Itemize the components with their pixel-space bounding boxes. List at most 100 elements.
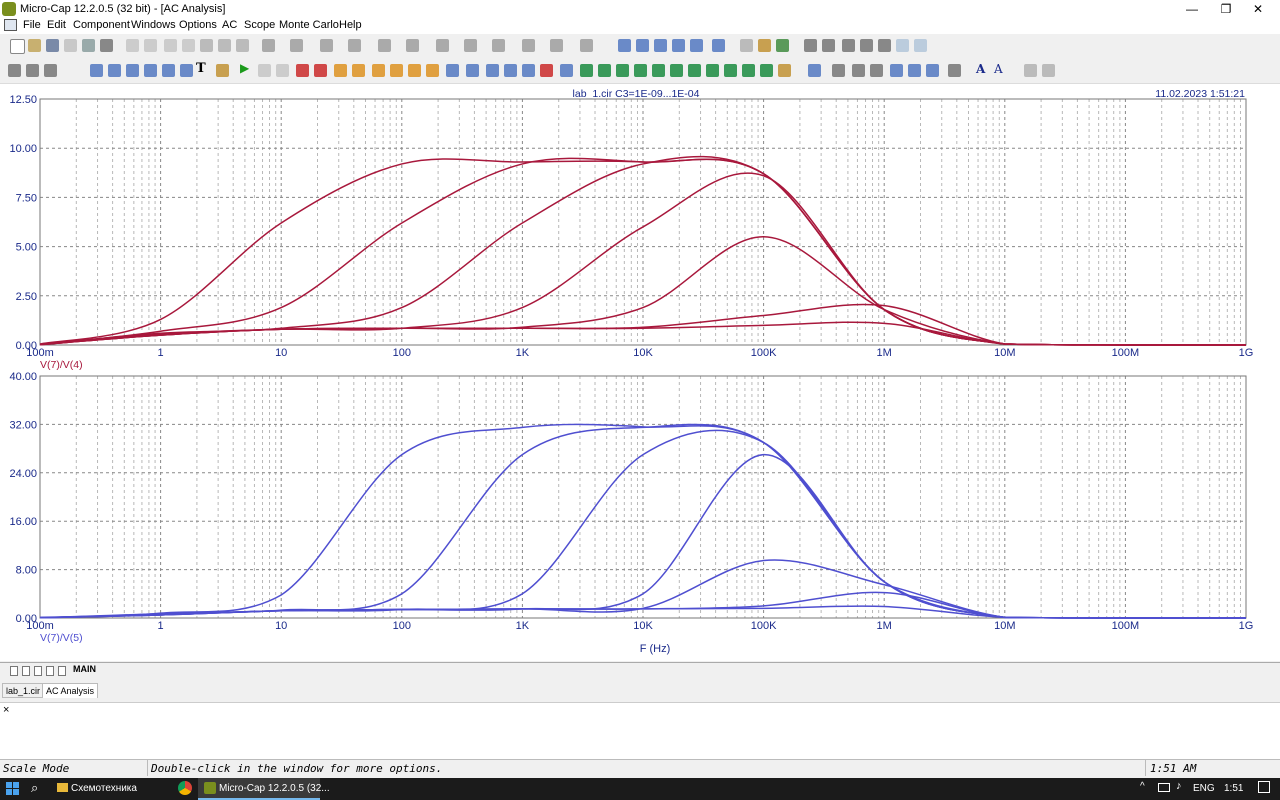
print-icon[interactable]: [100, 39, 113, 52]
page-icon[interactable]: [740, 39, 753, 52]
import-icon[interactable]: [1042, 64, 1055, 77]
slope-icon[interactable]: [446, 64, 459, 77]
paste-icon[interactable]: [200, 39, 213, 52]
menu-component[interactable]: Component: [73, 19, 130, 31]
run-icon[interactable]: ▶: [240, 61, 249, 75]
high-icon[interactable]: [372, 64, 385, 77]
save-icon[interactable]: [46, 39, 59, 52]
minor-grid-icon[interactable]: [598, 64, 611, 77]
select-all-icon[interactable]: [236, 39, 249, 52]
last-page-button[interactable]: [58, 666, 66, 676]
title-icon[interactable]: [742, 64, 755, 77]
tag-icon[interactable]: [466, 64, 479, 77]
tools-icon[interactable]: [878, 39, 891, 52]
refresh-icon[interactable]: [926, 64, 939, 77]
notifications-icon[interactable]: [1258, 781, 1270, 793]
properties-icon[interactable]: [216, 64, 229, 77]
prev-page-fast-button[interactable]: [22, 666, 30, 676]
first-page-button[interactable]: [10, 666, 18, 676]
redo-icon[interactable]: [144, 39, 157, 52]
global-high-icon[interactable]: [426, 64, 439, 77]
arrange-icon[interactable]: [672, 39, 685, 52]
cursor-right-icon[interactable]: [314, 64, 327, 77]
copy-plot-icon[interactable]: [832, 64, 845, 77]
freeze-icon[interactable]: [870, 64, 883, 77]
zoom-out-icon[interactable]: [504, 64, 517, 77]
zoom-y-icon[interactable]: [144, 64, 157, 77]
same-y-scale-icon[interactable]: [706, 64, 719, 77]
select-mode-icon[interactable]: [8, 64, 21, 77]
font-icon[interactable]: A: [976, 62, 985, 76]
taskbar-item-folder[interactable]: Схемотехника: [71, 778, 137, 800]
undo-icon[interactable]: [126, 39, 139, 52]
capacitor-icon[interactable]: [320, 39, 333, 52]
window-icon[interactable]: [690, 39, 703, 52]
zoom-xy-icon[interactable]: [162, 64, 175, 77]
doc-tab-ac-analysis[interactable]: AC Analysis: [42, 683, 99, 698]
zoom-reset-icon[interactable]: [180, 64, 193, 77]
curve-options-icon[interactable]: [724, 64, 737, 77]
component-editor-icon[interactable]: [860, 39, 873, 52]
grid-toggle-icon[interactable]: [580, 64, 593, 77]
inductor-icon[interactable]: [348, 39, 361, 52]
plot-properties-icon[interactable]: [808, 64, 821, 77]
copy-icon[interactable]: [182, 39, 195, 52]
menu-options[interactable]: Options: [179, 19, 217, 31]
layout-icon[interactable]: [948, 64, 961, 77]
diode-icon[interactable]: [378, 39, 391, 52]
print-preview-icon[interactable]: [82, 39, 95, 52]
plus-mode-icon[interactable]: [670, 64, 683, 77]
zoom-x-icon[interactable]: [126, 64, 139, 77]
performance-icon[interactable]: [560, 64, 573, 77]
language-indicator[interactable]: ENG: [1193, 778, 1215, 800]
current-source-icon[interactable]: [580, 39, 593, 52]
cascade-windows-icon[interactable]: [618, 39, 631, 52]
globe-icon[interactable]: [776, 39, 789, 52]
font-size-icon[interactable]: A: [994, 62, 1003, 76]
find-next-icon[interactable]: [908, 64, 921, 77]
transistor-icon[interactable]: [406, 39, 419, 52]
valley-icon[interactable]: [352, 64, 365, 77]
component-library-icon[interactable]: [758, 39, 771, 52]
pan-mode-icon[interactable]: [26, 64, 39, 77]
zoom-in-icon[interactable]: [486, 64, 499, 77]
inflection-icon[interactable]: [408, 64, 421, 77]
search-icon[interactable]: ⌕: [31, 780, 38, 796]
new-file-icon[interactable]: [10, 39, 25, 54]
legend-icon[interactable]: [760, 64, 773, 77]
menu-file[interactable]: File: [23, 19, 41, 31]
tile-vertical-icon[interactable]: [636, 39, 649, 52]
next-page-button[interactable]: [46, 666, 54, 676]
pause-icon[interactable]: [276, 64, 289, 77]
prev-page-button[interactable]: [34, 666, 42, 676]
chrome-icon[interactable]: [178, 781, 192, 795]
zoom-region-icon[interactable]: [90, 64, 103, 77]
shape-editor-icon[interactable]: [822, 39, 835, 52]
cut-icon[interactable]: [164, 39, 177, 52]
network-icon[interactable]: [1158, 783, 1170, 792]
zoom-fit-icon[interactable]: [522, 64, 535, 77]
menu-ac[interactable]: AC: [222, 19, 237, 31]
zoom-undo-icon[interactable]: [540, 64, 553, 77]
taskbar-item-micro-cap[interactable]: Micro-Cap 12.2.0.5 (32...: [219, 778, 330, 800]
opamp-icon[interactable]: [464, 39, 477, 52]
macro-icon[interactable]: [492, 39, 505, 52]
low-icon[interactable]: [390, 64, 403, 77]
windows-start-icon[interactable]: [6, 782, 19, 795]
voltage-source-icon[interactable]: [550, 39, 563, 52]
tab-main[interactable]: MAIN: [73, 664, 96, 674]
plot-svg[interactable]: lab_1.cir C3=1E-09...1E-04 11.02.2023 1:…: [0, 84, 1280, 661]
export-icon[interactable]: [1024, 64, 1037, 77]
find-icon[interactable]: [890, 64, 903, 77]
battery-icon[interactable]: [522, 39, 535, 52]
text-tool-icon[interactable]: T: [196, 61, 206, 76]
color-palette-icon[interactable]: [778, 64, 791, 77]
package-editor-icon[interactable]: [842, 39, 855, 52]
taskbar-clock[interactable]: 1:51: [1224, 778, 1243, 800]
stop-icon[interactable]: [258, 64, 271, 77]
close-file-icon[interactable]: [64, 39, 77, 52]
menu-edit[interactable]: Edit: [47, 19, 66, 31]
data-points-icon[interactable]: [634, 64, 647, 77]
cursor-left-icon[interactable]: [296, 64, 309, 77]
close-button[interactable]: ✕: [1236, 0, 1280, 18]
